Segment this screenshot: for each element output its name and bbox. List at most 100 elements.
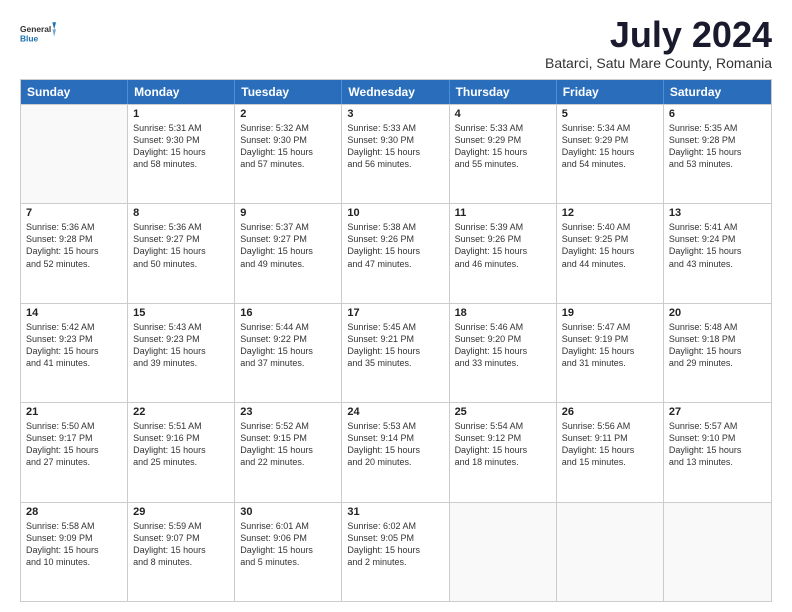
cell-info: Sunrise: 5:56 AM Sunset: 9:11 PM Dayligh…	[562, 420, 658, 469]
day-number: 7	[26, 207, 122, 219]
day-number: 23	[240, 406, 336, 418]
cal-cell-2-5: 19 Sunrise: 5:47 AM Sunset: 9:19 PM Dayl…	[557, 304, 664, 402]
cal-cell-2-1: 15 Sunrise: 5:43 AM Sunset: 9:23 PM Dayl…	[128, 304, 235, 402]
cal-cell-3-3: 24 Sunrise: 5:53 AM Sunset: 9:14 PM Dayl…	[342, 403, 449, 501]
logo-svg: General Blue	[20, 15, 56, 51]
day-number: 10	[347, 207, 443, 219]
header: General Blue July 2024 Batarci, Satu Mar…	[20, 15, 772, 71]
day-number: 4	[455, 108, 551, 120]
cal-cell-1-5: 12 Sunrise: 5:40 AM Sunset: 9:25 PM Dayl…	[557, 204, 664, 302]
cal-cell-0-3: 3 Sunrise: 5:33 AM Sunset: 9:30 PM Dayli…	[342, 105, 449, 203]
day-number: 20	[669, 307, 766, 319]
day-number: 31	[347, 506, 443, 518]
day-number: 28	[26, 506, 122, 518]
cal-row-1: 7 Sunrise: 5:36 AM Sunset: 9:28 PM Dayli…	[21, 203, 771, 302]
header-saturday: Saturday	[664, 80, 771, 104]
day-number: 29	[133, 506, 229, 518]
cal-cell-0-2: 2 Sunrise: 5:32 AM Sunset: 9:30 PM Dayli…	[235, 105, 342, 203]
day-number: 19	[562, 307, 658, 319]
cell-info: Sunrise: 5:38 AM Sunset: 9:26 PM Dayligh…	[347, 221, 443, 270]
cell-info: Sunrise: 5:35 AM Sunset: 9:28 PM Dayligh…	[669, 122, 766, 171]
cell-info: Sunrise: 5:36 AM Sunset: 9:28 PM Dayligh…	[26, 221, 122, 270]
cell-info: Sunrise: 5:48 AM Sunset: 9:18 PM Dayligh…	[669, 321, 766, 370]
cell-info: Sunrise: 5:40 AM Sunset: 9:25 PM Dayligh…	[562, 221, 658, 270]
cal-cell-4-6	[664, 503, 771, 601]
cal-cell-4-0: 28 Sunrise: 5:58 AM Sunset: 9:09 PM Dayl…	[21, 503, 128, 601]
cal-cell-4-5	[557, 503, 664, 601]
cell-info: Sunrise: 5:31 AM Sunset: 9:30 PM Dayligh…	[133, 122, 229, 171]
day-number: 18	[455, 307, 551, 319]
day-number: 1	[133, 108, 229, 120]
day-number: 8	[133, 207, 229, 219]
cell-info: Sunrise: 5:46 AM Sunset: 9:20 PM Dayligh…	[455, 321, 551, 370]
cal-cell-0-6: 6 Sunrise: 5:35 AM Sunset: 9:28 PM Dayli…	[664, 105, 771, 203]
cell-info: Sunrise: 5:58 AM Sunset: 9:09 PM Dayligh…	[26, 520, 122, 569]
cal-cell-1-4: 11 Sunrise: 5:39 AM Sunset: 9:26 PM Dayl…	[450, 204, 557, 302]
cal-cell-1-1: 8 Sunrise: 5:36 AM Sunset: 9:27 PM Dayli…	[128, 204, 235, 302]
day-number: 27	[669, 406, 766, 418]
day-number: 2	[240, 108, 336, 120]
header-tuesday: Tuesday	[235, 80, 342, 104]
cell-info: Sunrise: 5:52 AM Sunset: 9:15 PM Dayligh…	[240, 420, 336, 469]
cal-cell-4-2: 30 Sunrise: 6:01 AM Sunset: 9:06 PM Dayl…	[235, 503, 342, 601]
cell-info: Sunrise: 5:47 AM Sunset: 9:19 PM Dayligh…	[562, 321, 658, 370]
day-number: 24	[347, 406, 443, 418]
day-number: 30	[240, 506, 336, 518]
day-number: 14	[26, 307, 122, 319]
cell-info: Sunrise: 5:50 AM Sunset: 9:17 PM Dayligh…	[26, 420, 122, 469]
cell-info: Sunrise: 5:36 AM Sunset: 9:27 PM Dayligh…	[133, 221, 229, 270]
cal-row-3: 21 Sunrise: 5:50 AM Sunset: 9:17 PM Dayl…	[21, 402, 771, 501]
cal-cell-2-4: 18 Sunrise: 5:46 AM Sunset: 9:20 PM Dayl…	[450, 304, 557, 402]
cal-cell-0-5: 5 Sunrise: 5:34 AM Sunset: 9:29 PM Dayli…	[557, 105, 664, 203]
cal-cell-2-3: 17 Sunrise: 5:45 AM Sunset: 9:21 PM Dayl…	[342, 304, 449, 402]
cell-info: Sunrise: 5:45 AM Sunset: 9:21 PM Dayligh…	[347, 321, 443, 370]
day-number: 12	[562, 207, 658, 219]
day-number: 22	[133, 406, 229, 418]
cell-info: Sunrise: 5:44 AM Sunset: 9:22 PM Dayligh…	[240, 321, 336, 370]
cal-cell-3-1: 22 Sunrise: 5:51 AM Sunset: 9:16 PM Dayl…	[128, 403, 235, 501]
svg-text:General: General	[20, 24, 51, 34]
logo: General Blue	[20, 15, 56, 51]
cal-cell-0-0	[21, 105, 128, 203]
cell-info: Sunrise: 5:54 AM Sunset: 9:12 PM Dayligh…	[455, 420, 551, 469]
cell-info: Sunrise: 5:42 AM Sunset: 9:23 PM Dayligh…	[26, 321, 122, 370]
day-number: 15	[133, 307, 229, 319]
header-wednesday: Wednesday	[342, 80, 449, 104]
day-number: 13	[669, 207, 766, 219]
cell-info: Sunrise: 6:01 AM Sunset: 9:06 PM Dayligh…	[240, 520, 336, 569]
title-area: July 2024 Batarci, Satu Mare County, Rom…	[545, 15, 772, 71]
cell-info: Sunrise: 5:39 AM Sunset: 9:26 PM Dayligh…	[455, 221, 551, 270]
day-number: 3	[347, 108, 443, 120]
day-number: 26	[562, 406, 658, 418]
cal-row-4: 28 Sunrise: 5:58 AM Sunset: 9:09 PM Dayl…	[21, 502, 771, 601]
day-number: 9	[240, 207, 336, 219]
day-number: 21	[26, 406, 122, 418]
cal-cell-3-5: 26 Sunrise: 5:56 AM Sunset: 9:11 PM Dayl…	[557, 403, 664, 501]
cell-info: Sunrise: 5:51 AM Sunset: 9:16 PM Dayligh…	[133, 420, 229, 469]
cal-cell-2-0: 14 Sunrise: 5:42 AM Sunset: 9:23 PM Dayl…	[21, 304, 128, 402]
day-number: 17	[347, 307, 443, 319]
cell-info: Sunrise: 5:32 AM Sunset: 9:30 PM Dayligh…	[240, 122, 336, 171]
cal-cell-0-4: 4 Sunrise: 5:33 AM Sunset: 9:29 PM Dayli…	[450, 105, 557, 203]
cal-cell-3-6: 27 Sunrise: 5:57 AM Sunset: 9:10 PM Dayl…	[664, 403, 771, 501]
header-monday: Monday	[128, 80, 235, 104]
calendar-header: Sunday Monday Tuesday Wednesday Thursday…	[21, 80, 771, 104]
cal-cell-2-2: 16 Sunrise: 5:44 AM Sunset: 9:22 PM Dayl…	[235, 304, 342, 402]
day-number: 11	[455, 207, 551, 219]
calendar-body: 1 Sunrise: 5:31 AM Sunset: 9:30 PM Dayli…	[21, 104, 771, 601]
cal-row-0: 1 Sunrise: 5:31 AM Sunset: 9:30 PM Dayli…	[21, 104, 771, 203]
day-number: 25	[455, 406, 551, 418]
cal-cell-4-1: 29 Sunrise: 5:59 AM Sunset: 9:07 PM Dayl…	[128, 503, 235, 601]
cal-cell-3-2: 23 Sunrise: 5:52 AM Sunset: 9:15 PM Dayl…	[235, 403, 342, 501]
main-title: July 2024	[545, 15, 772, 55]
cal-cell-3-0: 21 Sunrise: 5:50 AM Sunset: 9:17 PM Dayl…	[21, 403, 128, 501]
cell-info: Sunrise: 5:34 AM Sunset: 9:29 PM Dayligh…	[562, 122, 658, 171]
svg-text:Blue: Blue	[20, 33, 39, 43]
page: General Blue July 2024 Batarci, Satu Mar…	[0, 0, 792, 612]
cal-cell-1-0: 7 Sunrise: 5:36 AM Sunset: 9:28 PM Dayli…	[21, 204, 128, 302]
cal-cell-1-6: 13 Sunrise: 5:41 AM Sunset: 9:24 PM Dayl…	[664, 204, 771, 302]
calendar: Sunday Monday Tuesday Wednesday Thursday…	[20, 79, 772, 602]
day-number: 5	[562, 108, 658, 120]
header-sunday: Sunday	[21, 80, 128, 104]
cal-cell-4-3: 31 Sunrise: 6:02 AM Sunset: 9:05 PM Dayl…	[342, 503, 449, 601]
